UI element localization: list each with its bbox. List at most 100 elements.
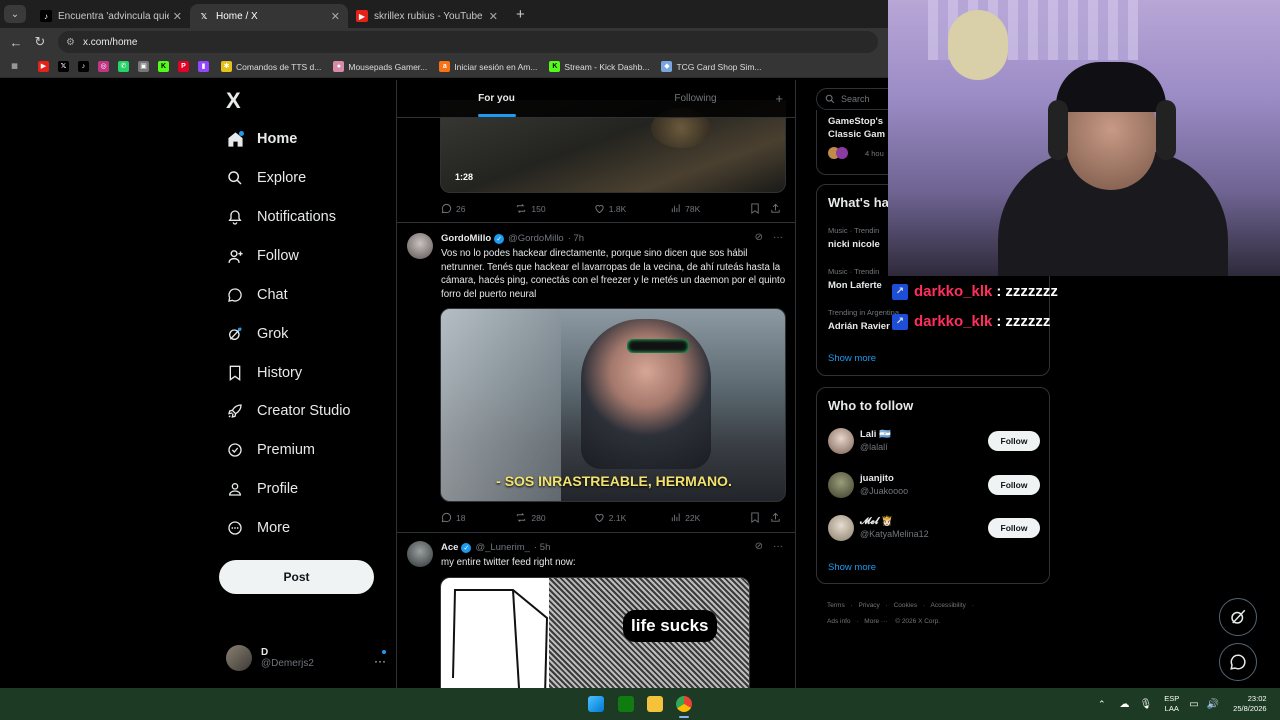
bookmark-item[interactable]: K Stream - Kick Dashb... — [549, 61, 649, 72]
follow-suggestion[interactable]: Lali 🇦🇷 @lalalí Follow — [828, 426, 1040, 456]
x-bookmark-icon[interactable]: 𝕏 — [58, 61, 69, 72]
tray-app-icon[interactable]: ☁ — [1120, 699, 1130, 710]
site-info-icon[interactable]: ⚙ — [66, 37, 75, 48]
account-switcher[interactable]: D @Demerjs2 ··· — [226, 642, 388, 674]
avatar[interactable] — [407, 541, 433, 567]
tweet-image[interactable]: life sucks — [440, 577, 750, 688]
author-handle[interactable]: @GordoMillo — [508, 233, 564, 244]
nav-history[interactable]: History — [226, 364, 302, 382]
tab-for-you[interactable]: For you — [397, 80, 596, 117]
chrome-icon[interactable] — [676, 696, 692, 712]
footer-link-privacy[interactable]: Privacy — [859, 602, 880, 609]
clock[interactable]: 23:02 25/8/2026 — [1233, 694, 1266, 714]
new-tab-button[interactable]: + — [516, 6, 525, 23]
trend-name[interactable]: Mon Laferte — [828, 280, 882, 291]
nav-notifications[interactable]: Notifications — [226, 208, 336, 226]
nav-creator-studio[interactable]: Creator Studio — [226, 402, 351, 420]
tiktok-bookmark-icon[interactable]: ♪ — [78, 61, 89, 72]
microphone-icon[interactable]: 🎙 — [1140, 699, 1153, 710]
views-button[interactable]: 22K — [670, 512, 750, 523]
grok-icon[interactable]: ⊘ — [755, 541, 763, 552]
whatsapp-bookmark-icon[interactable]: ✆ — [118, 61, 129, 72]
nav-home[interactable]: Home — [226, 130, 297, 148]
show-more-link[interactable]: Show more — [828, 353, 876, 364]
close-icon[interactable]: ✕ — [489, 10, 498, 23]
kick-bookmark-icon[interactable]: K — [158, 61, 169, 72]
nav-premium[interactable]: Premium — [226, 441, 315, 459]
author-handle[interactable]: @_Lunerim_ — [475, 542, 530, 553]
close-icon[interactable]: ✕ — [173, 10, 182, 23]
repost-button[interactable]: 150 — [515, 203, 593, 214]
pinterest-bookmark-icon[interactable]: P — [178, 61, 189, 72]
footer-link-more[interactable]: More ··· — [864, 618, 887, 625]
browser-tab-youtube[interactable]: ▶ skrillex rubius - YouTube ✕ — [348, 4, 506, 28]
author-name[interactable]: GordoMillo — [441, 233, 491, 244]
follow-button[interactable]: Follow — [988, 518, 1040, 538]
bookmark-icon-generic[interactable]: ▣ — [138, 61, 149, 72]
language-indicator[interactable]: ESP LAA — [1164, 694, 1179, 714]
bookmark-button[interactable] — [750, 203, 770, 214]
reload-icon[interactable]: ↻ — [28, 34, 52, 50]
avatar[interactable] — [407, 233, 433, 259]
like-button[interactable]: 1.8K — [594, 203, 670, 214]
follow-suggestion[interactable]: 𝓜𝓮𝓵 👸🏻 @KatyaMelina12 Follow — [828, 513, 1040, 543]
footer-link-terms[interactable]: Terms — [827, 602, 845, 609]
footer-link-ads-info[interactable]: Ads info — [827, 618, 851, 625]
footer-link-accessibility[interactable]: Accessibility — [931, 602, 966, 609]
tweet-image[interactable]: - SOS INRASTREABLE, HERMANO. — [440, 308, 786, 502]
url-input[interactable]: ⚙ x.com/home — [58, 31, 878, 53]
nav-follow[interactable]: Follow — [226, 247, 299, 265]
bookmark-item[interactable]: ✱ Comandos de TTS d... — [221, 61, 321, 72]
close-icon[interactable]: ✕ — [331, 10, 340, 23]
nav-chat[interactable]: Chat — [226, 286, 288, 304]
tab-following[interactable]: Following — [596, 80, 795, 117]
more-horizontal-icon[interactable]: ··· — [773, 541, 783, 552]
follow-suggestion[interactable]: juanjito @Juakoooo Follow — [828, 470, 1040, 500]
share-button[interactable] — [770, 512, 785, 523]
twitch-bookmark-icon[interactable]: ▮ — [198, 61, 209, 72]
bookmark-item[interactable]: a Iniciar sesión en Am... — [439, 61, 537, 72]
more-horizontal-icon[interactable]: ··· — [374, 654, 386, 668]
share-button[interactable] — [770, 203, 785, 214]
add-tab-button[interactable]: + — [775, 91, 783, 106]
browser-tab-tiktok[interactable]: ♪ Encuentra 'advincula quiero ke ✕ — [32, 4, 190, 28]
volume-icon[interactable]: 🔊 — [1207, 699, 1219, 710]
post-button[interactable]: Post — [219, 560, 374, 594]
nav-profile[interactable]: Profile — [226, 480, 298, 498]
network-icon[interactable]: ▭ — [1189, 699, 1198, 710]
tweet-time[interactable]: · 5h — [534, 542, 550, 553]
grok-icon[interactable]: ⊘ — [755, 232, 763, 243]
like-button[interactable]: 2.1K — [594, 512, 670, 523]
chevron-up-icon[interactable]: ⌃ — [1098, 699, 1106, 710]
file-explorer-icon[interactable] — [647, 696, 663, 712]
instagram-bookmark-icon[interactable]: ◎ — [98, 61, 109, 72]
footer-link-cookies[interactable]: Cookies — [894, 602, 917, 609]
bookmark-button[interactable] — [750, 512, 770, 523]
author-name[interactable]: Ace — [441, 542, 458, 553]
youtube-bookmark-icon[interactable]: ▶ — [38, 61, 49, 72]
apps-icon[interactable]: ▦ — [9, 61, 20, 72]
tweet-time[interactable]: · 7h — [568, 233, 584, 244]
reply-button[interactable]: 18 — [441, 512, 515, 523]
browser-tab-x[interactable]: 𝕏 Home / X ✕ — [190, 4, 348, 28]
nav-more[interactable]: More — [226, 519, 290, 537]
trend-name[interactable]: Adrián Ravier — [828, 321, 890, 332]
xbox-icon[interactable] — [618, 696, 634, 712]
nav-grok[interactable]: Grok — [226, 325, 288, 343]
nav-explore[interactable]: Explore — [226, 169, 306, 187]
bookmark-item[interactable]: ● Mousepads Gamer... — [333, 61, 427, 72]
grok-float-button[interactable] — [1219, 598, 1257, 636]
show-more-link[interactable]: Show more — [828, 562, 876, 573]
views-button[interactable]: 78K — [670, 203, 750, 214]
more-horizontal-icon[interactable]: ··· — [773, 232, 783, 243]
repost-button[interactable]: 280 — [515, 512, 593, 523]
follow-button[interactable]: Follow — [988, 475, 1040, 495]
windows-start-icon[interactable] — [588, 696, 604, 712]
back-icon[interactable]: ← — [4, 35, 28, 50]
trend-name[interactable]: nicki nicole — [828, 239, 880, 250]
messages-float-button[interactable] — [1219, 643, 1257, 681]
x-logo-icon[interactable]: X — [226, 88, 241, 114]
follow-button[interactable]: Follow — [988, 431, 1040, 451]
bookmark-item[interactable]: ◆ TCG Card Shop Sim... — [661, 61, 761, 72]
tab-search-button[interactable]: ⌄ — [4, 5, 26, 23]
